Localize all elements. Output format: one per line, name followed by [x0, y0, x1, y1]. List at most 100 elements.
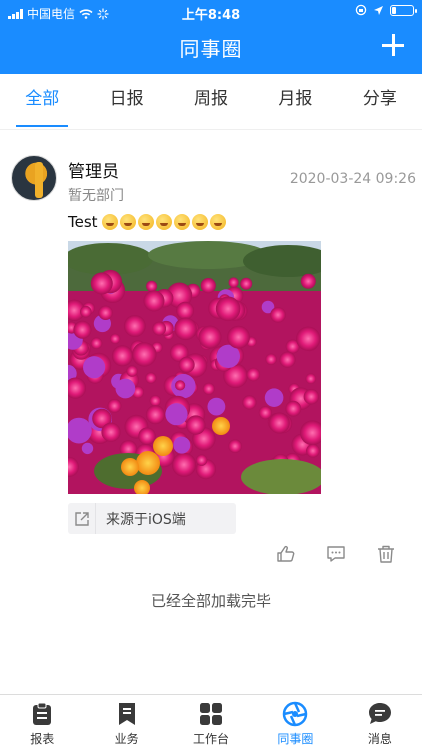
grid-icon: [200, 703, 223, 725]
tab-daily[interactable]: 日报: [84, 74, 168, 129]
tabbar-item-business[interactable]: 业务: [84, 695, 168, 750]
thinking-emoji-icon: [155, 214, 172, 230]
tabbar-item-colleague-circle[interactable]: 同事圈: [253, 695, 337, 750]
tabbar-item-workbench[interactable]: 工作台: [169, 695, 253, 750]
flower-blossom: [303, 389, 319, 405]
flower-blossom: [202, 382, 215, 395]
shutter-icon: [283, 701, 308, 727]
app-screen: 中国电信 上午8:48 同事圈 全部 日报 周报 月报 分享 管理员 暂无部门 …: [0, 0, 422, 750]
tabbar-label: 消息: [367, 732, 392, 746]
flower-blossom: [270, 307, 286, 323]
status-bar: 中国电信 上午8:48: [0, 0, 422, 24]
header-bar: 中国电信 上午8:48 同事圈: [0, 0, 422, 74]
flower-blossom: [132, 342, 157, 367]
post-author[interactable]: 管理员: [68, 157, 119, 182]
tab-weekly[interactable]: 周报: [169, 74, 253, 129]
flower-blossom: [198, 325, 222, 349]
flower-blossom: [109, 333, 121, 344]
emoji-row: [101, 214, 226, 230]
flower-blossom: [200, 278, 216, 294]
tongue-emoji-icon: [119, 214, 136, 230]
trash-icon[interactable]: [376, 544, 396, 564]
flower-blossom: [174, 317, 197, 341]
flower-blossom: [152, 321, 167, 336]
location-arrow-icon: [374, 5, 383, 15]
bottom-tab-bar: 报表 业务 工作台 同事圈 消息: [0, 694, 422, 750]
flower-blossom: [240, 277, 253, 290]
flower-blossom: [186, 415, 206, 435]
tabbar-label: 业务: [114, 732, 139, 746]
flower-blossom: [227, 325, 250, 349]
flower-blossom: [258, 406, 272, 420]
flower-blossom: [305, 373, 317, 384]
battery-icon: [390, 4, 417, 16]
post-content: Test: [68, 213, 226, 231]
flower-blossom: [242, 395, 257, 410]
thinking-emoji-icon: [173, 214, 190, 230]
flower-blossom: [279, 351, 296, 368]
flower-blossom: [195, 454, 208, 466]
document-icon: [118, 703, 135, 725]
flower-blossom: [90, 337, 103, 350]
tab-all[interactable]: 全部: [0, 74, 84, 129]
flower-blossom: [265, 353, 277, 365]
flower-blossom: [123, 315, 146, 337]
comment-icon[interactable]: [326, 544, 346, 564]
flower-blossom: [149, 395, 161, 407]
flower-blossom: [175, 380, 186, 391]
flower-photo: [68, 241, 321, 494]
flower-blossom: [80, 305, 92, 318]
external-link-icon: [68, 503, 96, 534]
flower-blossom: [146, 280, 158, 292]
flower-blossom: [300, 273, 316, 289]
tab-share[interactable]: 分享: [338, 74, 422, 129]
tabbar-item-messages[interactable]: 消息: [338, 695, 422, 750]
flower-blossom: [178, 356, 195, 373]
flower-blossom: [145, 372, 157, 384]
flower-blossom: [228, 277, 239, 288]
flower-blossom: [173, 436, 191, 454]
plus-icon[interactable]: [380, 32, 406, 58]
flower-blossom: [176, 301, 194, 320]
flower-blossom: [264, 388, 284, 407]
tabbar-item-reports[interactable]: 报表: [0, 695, 84, 750]
tabbar-label: 报表: [30, 732, 55, 746]
flower-blossom: [73, 320, 92, 339]
chat-bubble-icon: [368, 703, 391, 724]
flower-blossom: [246, 367, 261, 382]
flower-blossom: [207, 397, 226, 416]
flower-blossom: [228, 439, 242, 453]
flower-blossom: [145, 405, 165, 425]
thumbs-up-icon[interactable]: [276, 544, 296, 564]
clipboard-icon: [33, 702, 52, 725]
flower-blossom: [268, 412, 290, 434]
monocle-emoji-icon: [209, 214, 226, 230]
flower-blossom: [90, 272, 113, 295]
flower-blossom: [81, 442, 94, 455]
flower-blossom: [98, 305, 113, 320]
post-timestamp: 2020-03-24 09:26: [289, 171, 416, 187]
source-chip[interactable]: 来源于iOS端: [68, 503, 236, 534]
post-actions: [276, 544, 396, 564]
tabbar-label: 同事圈: [277, 732, 314, 746]
source-label: 来源于iOS端: [106, 511, 186, 528]
flower-blossom: [296, 326, 321, 351]
flower-blossom: [126, 365, 138, 377]
post-department: 暂无部门: [68, 188, 124, 204]
flower-blossom: [171, 452, 197, 477]
avatar[interactable]: [11, 155, 57, 201]
post-photo[interactable]: [68, 241, 321, 494]
status-right: [355, 4, 417, 16]
flower-blossom: [285, 400, 302, 417]
post-text: Test: [68, 213, 98, 231]
tab-monthly[interactable]: 月报: [253, 74, 337, 129]
flower-blossom: [215, 296, 241, 322]
flower-blossom: [165, 403, 188, 426]
page-title: 同事圈: [179, 37, 243, 61]
tabbar-label: 工作台: [193, 732, 230, 746]
grin-emoji-icon: [101, 214, 118, 230]
monocle-emoji-icon: [191, 214, 208, 230]
smirk-emoji-icon: [137, 214, 154, 230]
flower-blossom: [101, 422, 121, 442]
flower-blossom: [138, 427, 156, 445]
